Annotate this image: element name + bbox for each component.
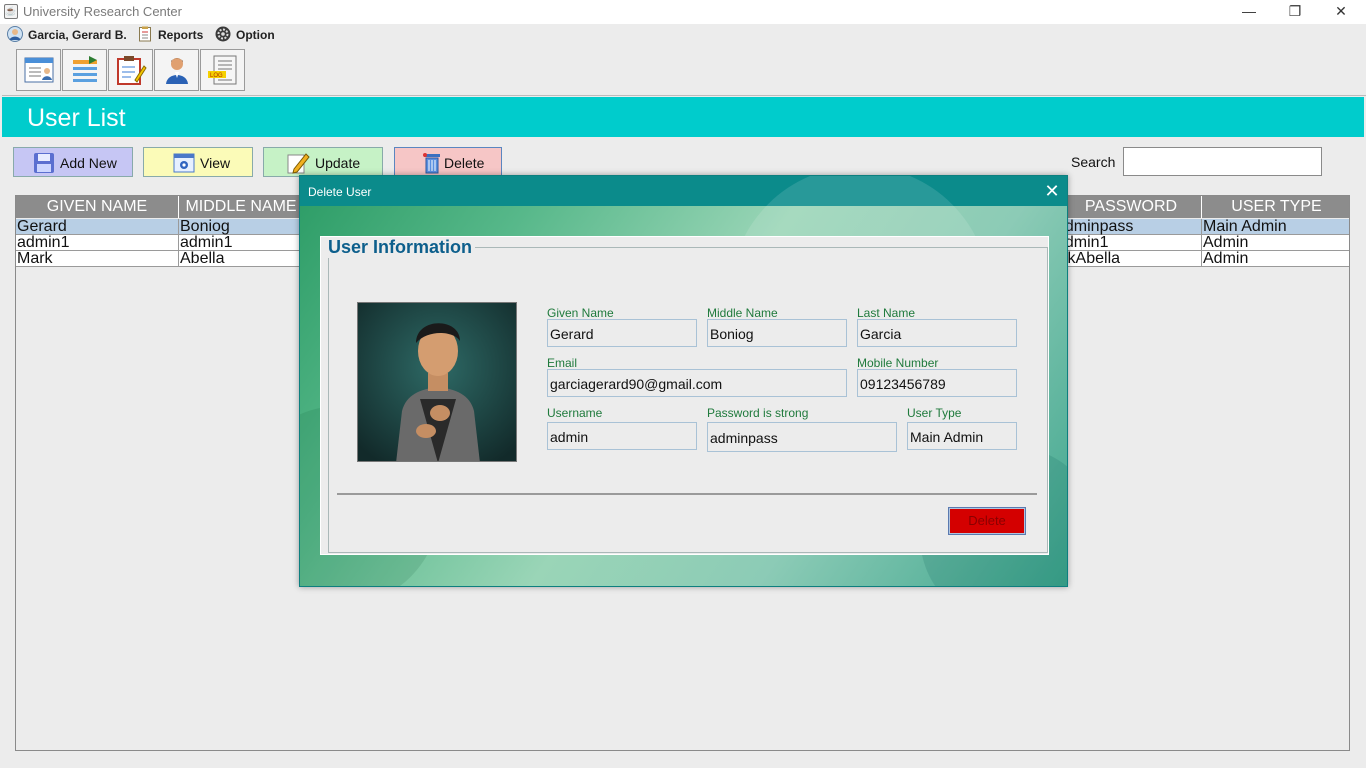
username-label: Username — [547, 406, 603, 420]
menu-option[interactable]: Option — [215, 26, 280, 44]
window-title-bar: ☕ University Research Center — ❐ ✕ — [0, 0, 1366, 24]
cell-given-name: Gerard — [16, 219, 179, 235]
menu-user[interactable]: Garcia, Gerard B. — [7, 26, 127, 44]
column-password[interactable]: PASSWORD — [1061, 196, 1202, 218]
delete-button[interactable]: Delete — [394, 147, 502, 177]
mobile-number-label: Mobile Number — [857, 356, 939, 370]
menu-reports-label: Reports — [158, 28, 204, 42]
toolbar: LOG — [0, 46, 1366, 94]
confirm-delete-button[interactable]: Delete — [948, 507, 1026, 535]
menu-option-label: Option — [236, 28, 275, 42]
dialog-title: Delete User — [308, 185, 372, 199]
search-label: Search — [1071, 154, 1116, 170]
settings-gear-icon — [215, 26, 231, 42]
cell-middle-name: admin1 — [179, 235, 304, 251]
log-file-icon: LOG — [208, 55, 237, 85]
log-file-button[interactable]: LOG — [200, 49, 245, 91]
given-name-label: Given Name — [547, 306, 614, 320]
cell-middle-name: Boniog — [179, 219, 304, 235]
add-new-label: Add New — [60, 155, 117, 171]
list-icon — [73, 56, 97, 82]
restore-button[interactable]: ❐ — [1272, 0, 1318, 24]
log-badge-text: LOG — [210, 73, 223, 79]
view-label: View — [200, 155, 231, 171]
pencil-edit-icon — [287, 153, 310, 174]
column-given-name[interactable]: GIVEN NAME — [16, 196, 179, 218]
update-button[interactable]: Update — [263, 147, 383, 177]
page-header: User List — [2, 97, 1364, 137]
cell-given-name: Mark — [16, 251, 179, 267]
cell-user-type: Admin — [1203, 235, 1249, 251]
menu-reports[interactable]: Reports — [137, 26, 207, 44]
column-user-type[interactable]: USER TYPE — [1202, 196, 1349, 218]
section-title: User Information — [325, 237, 476, 258]
dialog-close-button[interactable]: ✕ — [1040, 181, 1064, 201]
menu-bar: Garcia, Gerard B. Reports Option — [0, 24, 1366, 45]
column-middle-name[interactable]: MIDDLE NAME — [179, 196, 304, 218]
menu-user-label: Garcia, Gerard B. — [28, 28, 127, 42]
user-list-button[interactable] — [62, 49, 107, 91]
given-name-field[interactable]: Gerard — [547, 319, 697, 347]
user-profile-button[interactable] — [154, 49, 199, 91]
password-strength-label: Password is strong — [707, 406, 809, 420]
middle-name-label: Middle Name — [707, 306, 778, 320]
cell-user-type: Main Admin — [1203, 219, 1287, 235]
cell-given-name: admin1 — [16, 235, 179, 251]
search-input[interactable] — [1123, 147, 1322, 176]
cell-password: adminpass — [1061, 219, 1202, 235]
trash-bin-icon — [423, 153, 440, 174]
user-type-label: User Type — [907, 406, 962, 420]
cell-password: MarkAbella — [1061, 251, 1202, 267]
user-form-icon — [24, 57, 54, 83]
floppy-save-icon — [34, 153, 54, 173]
password-field[interactable]: adminpass — [707, 422, 897, 452]
user-photo — [357, 302, 517, 462]
username-field[interactable]: admin — [547, 422, 697, 450]
email-field[interactable]: garciagerard90@gmail.com — [547, 369, 847, 397]
view-window-icon — [173, 153, 195, 173]
cell-user-type: Admin — [1203, 251, 1249, 267]
minimize-button[interactable]: — — [1226, 0, 1272, 24]
java-app-icon: ☕ — [4, 4, 18, 19]
user-avatar-icon — [7, 26, 23, 42]
clipboard-edit-icon — [117, 56, 147, 85]
user-photo-image — [358, 303, 516, 461]
add-new-button[interactable]: Add New — [13, 147, 133, 177]
clipboard-edit-button[interactable] — [108, 49, 153, 91]
dialog-separator — [337, 493, 1037, 495]
cell-password: admin1 — [1061, 235, 1202, 251]
user-profile-icon — [166, 58, 188, 84]
user-form-button[interactable] — [16, 49, 61, 91]
delete-label: Delete — [444, 155, 485, 171]
mobile-number-field[interactable]: 09123456789 — [857, 369, 1017, 397]
email-label: Email — [547, 356, 578, 370]
page-title: User List — [27, 104, 126, 132]
cell-middle-name: Abella — [179, 251, 304, 267]
update-label: Update — [315, 155, 361, 171]
view-button[interactable]: View — [143, 147, 253, 177]
close-button[interactable]: ✕ — [1318, 0, 1364, 24]
middle-name-field[interactable]: Boniog — [707, 319, 847, 347]
user-type-field[interactable]: Main Admin — [907, 422, 1017, 450]
report-document-icon — [139, 26, 151, 42]
window-title: University Research Center — [23, 4, 182, 19]
last-name-label: Last Name — [857, 306, 916, 320]
dialog-title-bar: Delete User ✕ — [300, 176, 1067, 206]
last-name-field[interactable]: Garcia — [857, 319, 1017, 347]
